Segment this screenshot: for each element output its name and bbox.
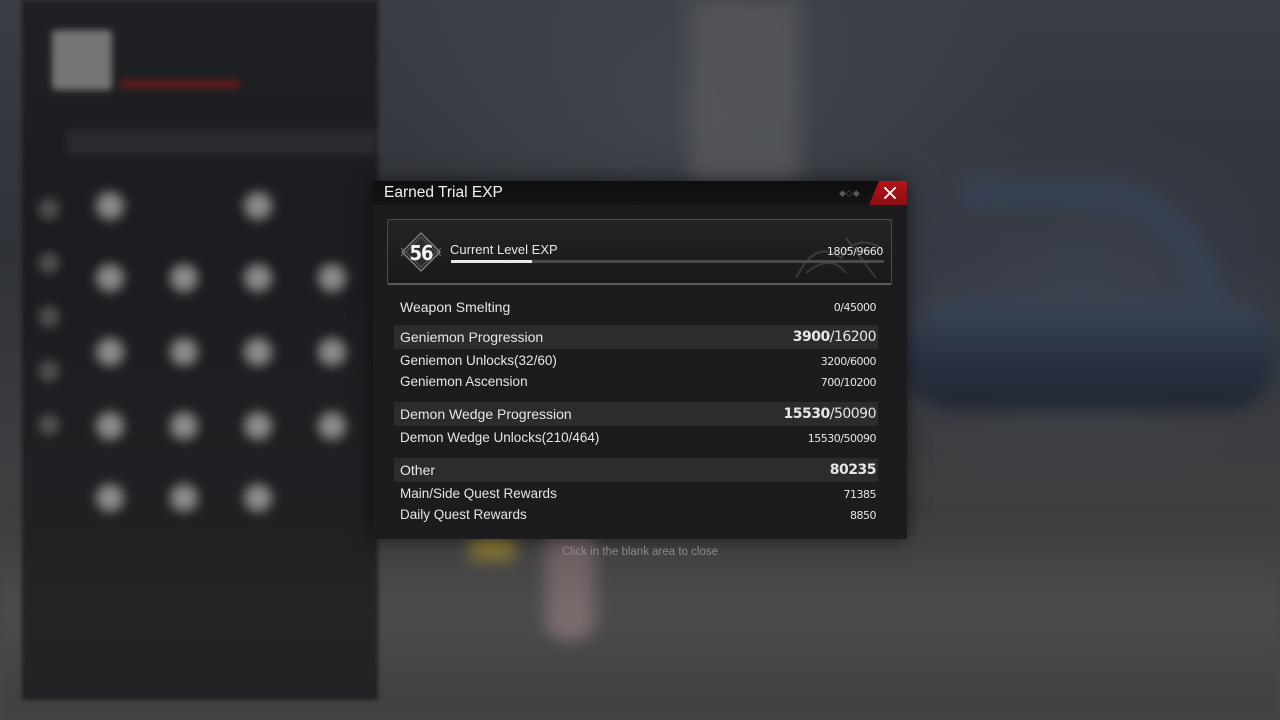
blurred-item-slot xyxy=(92,260,128,296)
blurred-item-slot xyxy=(240,260,276,296)
blurred-item-slot xyxy=(314,260,350,296)
geniemon-unlocks-value: 3200/6000 xyxy=(820,355,877,368)
current-level-exp-label: Current Level EXP xyxy=(450,242,558,257)
blurred-side-icon xyxy=(38,360,60,382)
daily-quest-rewards-row: Daily Quest Rewards 8850 xyxy=(394,505,878,525)
weapon-smelting-label: Weapon Smelting xyxy=(400,299,511,315)
close-icon xyxy=(884,187,896,199)
demon-wedge-unlocks-label: Demon Wedge Unlocks(210/464) xyxy=(400,430,600,445)
dialog-title: Earned Trial EXP xyxy=(384,184,503,201)
demon-wedge-progression-total: /50090 xyxy=(829,406,877,422)
blurred-side-icon xyxy=(38,414,60,436)
blurred-item-slot xyxy=(92,480,128,516)
other-row: Other 80235 xyxy=(394,458,878,482)
blurred-tab-bar xyxy=(67,130,377,154)
main-side-quest-rewards-value: 71385 xyxy=(843,488,877,501)
daily-quest-rewards-value: 8850 xyxy=(850,509,877,522)
blurred-item-slot xyxy=(240,334,276,370)
level-exp-progress-fill xyxy=(451,260,532,263)
blurred-item-slot xyxy=(166,260,202,296)
backdrop-pipe xyxy=(900,300,1280,410)
demon-wedge-progression-label: Demon Wedge Progression xyxy=(400,406,572,422)
level-number: 56 xyxy=(409,241,433,265)
main-side-quest-rewards-label: Main/Side Quest Rewards xyxy=(400,486,557,501)
blurred-item-slot xyxy=(314,408,350,444)
geniemon-ascension-label: Geniemon Ascension xyxy=(400,374,528,389)
blurred-item-slot xyxy=(92,408,128,444)
close-hint: Click in the blank area to close xyxy=(562,546,718,558)
other-label: Other xyxy=(400,462,436,478)
demon-wedge-unlocks-row: Demon Wedge Unlocks(210/464) 15530/50090 xyxy=(394,428,878,448)
geniemon-ascension-value: 700/10200 xyxy=(820,376,877,389)
geniemon-progression-row: Geniemon Progression 3900/16200 xyxy=(394,325,878,349)
blurred-item-slot xyxy=(166,334,202,370)
level-exp-progress-track xyxy=(451,260,884,263)
dialog-title-bar: Earned Trial EXP ◆◇◆ xyxy=(373,181,907,205)
blurred-item-slot xyxy=(92,334,128,370)
blurred-health-bar xyxy=(120,80,240,88)
title-decoration: ◆◇◆ xyxy=(839,188,860,198)
demon-wedge-progression-current: 15530 xyxy=(783,406,831,422)
blurred-inventory-panel xyxy=(22,0,378,700)
current-level-panel: 56 Current Level EXP 1805/9660 xyxy=(387,219,892,285)
current-level-exp-value: 1805/9660 xyxy=(826,245,884,258)
weapon-smelting-row: Weapon Smelting 0/45000 xyxy=(394,296,878,318)
other-value: 80235 xyxy=(829,462,877,478)
blurred-side-icon xyxy=(38,198,60,220)
blurred-avatar xyxy=(52,30,112,90)
blurred-item-slot xyxy=(240,408,276,444)
geniemon-unlocks-row: Geniemon Unlocks(32/60) 3200/6000 xyxy=(394,351,878,371)
blurred-item-slot xyxy=(166,480,202,516)
geniemon-progression-label: Geniemon Progression xyxy=(400,329,544,345)
blurred-item-slot xyxy=(166,408,202,444)
demon-wedge-progression-value: 15530/50090 xyxy=(783,406,877,422)
demon-wedge-progression-row: Demon Wedge Progression 15530/50090 xyxy=(394,402,878,426)
main-side-quest-rewards-row: Main/Side Quest Rewards 71385 xyxy=(394,484,878,504)
blurred-item-slot xyxy=(314,334,350,370)
geniemon-progression-current: 3900 xyxy=(792,329,830,345)
blurred-item-slot xyxy=(92,188,128,224)
blurred-side-icon xyxy=(38,252,60,274)
geniemon-ascension-row: Geniemon Ascension 700/10200 xyxy=(394,372,878,392)
daily-quest-rewards-label: Daily Quest Rewards xyxy=(400,507,527,522)
earned-trial-exp-dialog: Earned Trial EXP ◆◇◆ 56 Current Level EX… xyxy=(373,181,907,539)
geniemon-progression-value: 3900/16200 xyxy=(792,329,877,345)
geniemon-progression-total: /16200 xyxy=(829,329,877,345)
blurred-item-slot xyxy=(240,188,276,224)
demon-wedge-unlocks-value: 15530/50090 xyxy=(807,432,877,445)
blurred-side-icon xyxy=(38,306,60,328)
blurred-item-slot xyxy=(240,480,276,516)
weapon-smelting-value: 0/45000 xyxy=(833,301,877,314)
geniemon-unlocks-label: Geniemon Unlocks(32/60) xyxy=(400,353,557,368)
